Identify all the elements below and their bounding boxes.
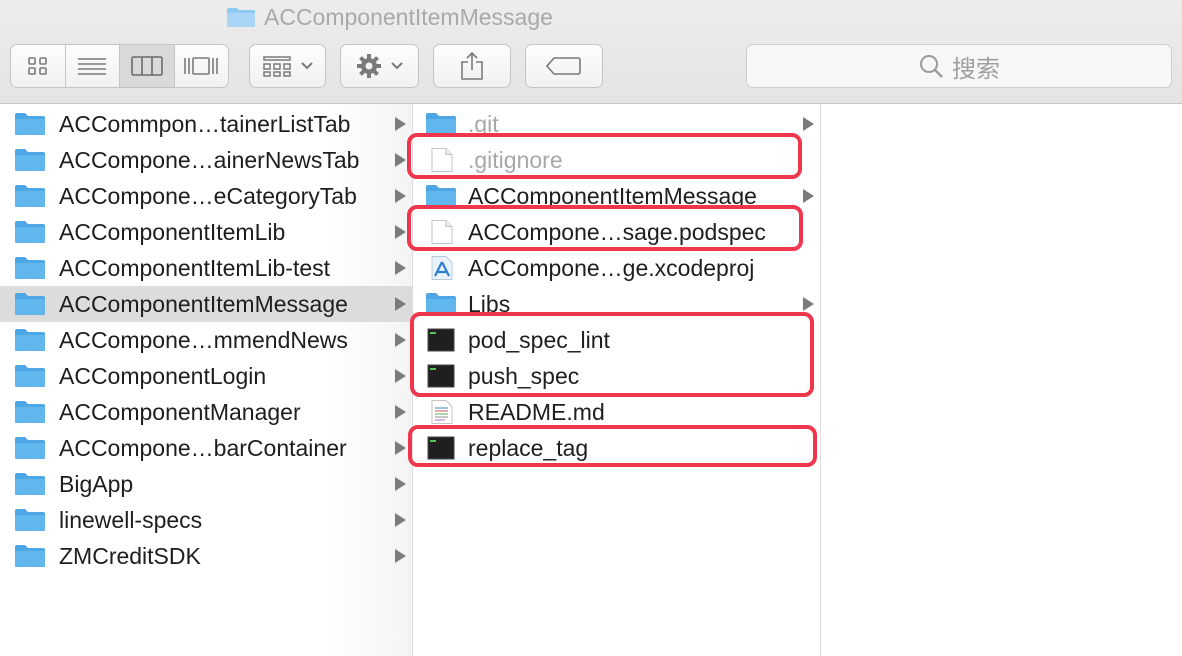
column1-item[interactable]: ACComponentLogin	[0, 358, 412, 394]
empty-column[interactable]	[821, 104, 1182, 656]
finder-toolbar: ACComponentItemMessage 搜索	[0, 0, 1182, 104]
item-label: ACCompone…mmendNews	[59, 326, 348, 353]
window-title: ACComponentItemMessage	[226, 4, 553, 30]
folder-icon	[15, 509, 45, 531]
disclosure-arrow-icon	[395, 189, 406, 203]
item-label: BigApp	[59, 470, 134, 497]
item-label: ZMCreditSDK	[59, 542, 201, 569]
list-icon	[78, 58, 107, 75]
item-label: linewell-specs	[59, 506, 203, 533]
item-label: ACComponentLogin	[59, 362, 267, 389]
window-title-text: ACComponentItemMessage	[264, 3, 553, 30]
folder-icon	[15, 401, 45, 423]
column1-item[interactable]: ACCompone…eCategoryTab	[0, 178, 412, 214]
share-button[interactable]	[433, 44, 511, 88]
disclosure-arrow-icon	[395, 225, 406, 239]
highlight-box-replace-tag	[408, 425, 817, 467]
search-icon	[920, 55, 943, 78]
folder-icon	[15, 185, 45, 207]
share-icon	[461, 51, 483, 80]
arrange-grid-icon	[262, 56, 291, 77]
view-mode-segmented-control	[10, 44, 229, 88]
list-view-button[interactable]	[66, 45, 120, 87]
disclosure-arrow-icon	[395, 369, 406, 383]
chevron-down-icon	[300, 62, 313, 70]
column1-item[interactable]: ACComponentManager	[0, 394, 412, 430]
folder-icon	[15, 257, 45, 279]
tag-icon	[546, 57, 581, 75]
disclosure-arrow-icon	[395, 117, 406, 131]
columns-icon	[130, 56, 163, 76]
text-file-icon	[431, 400, 453, 424]
item-label: ACCompone…ge.xcodeproj	[468, 254, 755, 281]
item-label: ACComponentItemLib	[59, 218, 286, 245]
item-label: ACCommpon…tainerListTab	[59, 110, 351, 137]
column1-item[interactable]: linewell-specs	[0, 502, 412, 538]
column1-item[interactable]: ACComponentItemLib-test	[0, 250, 412, 286]
gallery-view-button[interactable]	[175, 45, 229, 87]
search-field[interactable]: 搜索	[746, 44, 1172, 88]
chevron-down-icon	[390, 62, 403, 70]
item-label: ACCompone…ainerNewsTab	[59, 146, 360, 173]
column1-item[interactable]: ACCompone…mmendNews	[0, 322, 412, 358]
tags-button[interactable]	[525, 44, 603, 88]
action-button[interactable]	[340, 44, 419, 88]
parent-folder-column[interactable]: ACCommpon…tainerListTab ACCompone…ainerNe…	[0, 104, 413, 656]
column2-item[interactable]: ACCompone…ge.xcodeproj	[413, 250, 820, 286]
grid-icon	[27, 57, 47, 75]
gallery-icon	[184, 57, 219, 75]
highlight-box-gitignore	[407, 133, 802, 179]
item-label: ACComponentManager	[59, 398, 301, 425]
column1-item[interactable]: BigApp	[0, 466, 412, 502]
xcodeproj-icon	[431, 256, 453, 280]
folder-icon	[15, 437, 45, 459]
folder-icon	[15, 221, 45, 243]
column-view-button[interactable]	[120, 45, 175, 87]
disclosure-arrow-icon	[803, 117, 814, 131]
disclosure-arrow-icon	[395, 297, 406, 311]
icon-view-button[interactable]	[11, 45, 66, 87]
folder-icon	[15, 365, 45, 387]
folder-icon	[15, 473, 45, 495]
disclosure-arrow-icon	[395, 261, 406, 275]
item-label: ACCompone…barContainer	[59, 434, 347, 461]
folder-icon	[227, 7, 255, 27]
disclosure-arrow-icon	[395, 477, 406, 491]
folder-icon	[15, 293, 45, 315]
disclosure-arrow-icon	[395, 513, 406, 527]
highlight-box-podspec	[407, 205, 803, 251]
column1-item[interactable]: ZMCreditSDK	[0, 538, 412, 574]
item-label: ACComponentItemMessage	[59, 290, 348, 317]
column1-item[interactable]: ACCommpon…tainerListTab	[0, 106, 412, 142]
column1-item[interactable]: ACComponentItemMessage	[0, 286, 412, 322]
folder-icon	[15, 149, 45, 171]
arrange-button[interactable]	[249, 44, 326, 88]
folder-icon	[15, 113, 45, 135]
disclosure-arrow-icon	[395, 549, 406, 563]
disclosure-arrow-icon	[395, 333, 406, 347]
column1-item[interactable]: ACCompone…ainerNewsTab	[0, 142, 412, 178]
disclosure-arrow-icon	[395, 153, 406, 167]
gear-icon	[356, 54, 381, 78]
highlight-box-spec-scripts	[410, 312, 814, 397]
column1-item[interactable]: ACComponentItemLib	[0, 214, 412, 250]
disclosure-arrow-icon	[803, 189, 814, 203]
folder-icon	[15, 545, 45, 567]
folder-icon	[15, 329, 45, 351]
disclosure-arrow-icon	[395, 405, 406, 419]
item-label: ACCompone…eCategoryTab	[59, 182, 357, 209]
disclosure-arrow-icon	[395, 441, 406, 455]
item-label: ACComponentItemLib-test	[59, 254, 331, 281]
search-placeholder: 搜索	[952, 55, 1000, 83]
item-label: README.md	[468, 398, 605, 425]
disclosure-arrow-icon	[803, 297, 814, 311]
column1-item[interactable]: ACCompone…barContainer	[0, 430, 412, 466]
